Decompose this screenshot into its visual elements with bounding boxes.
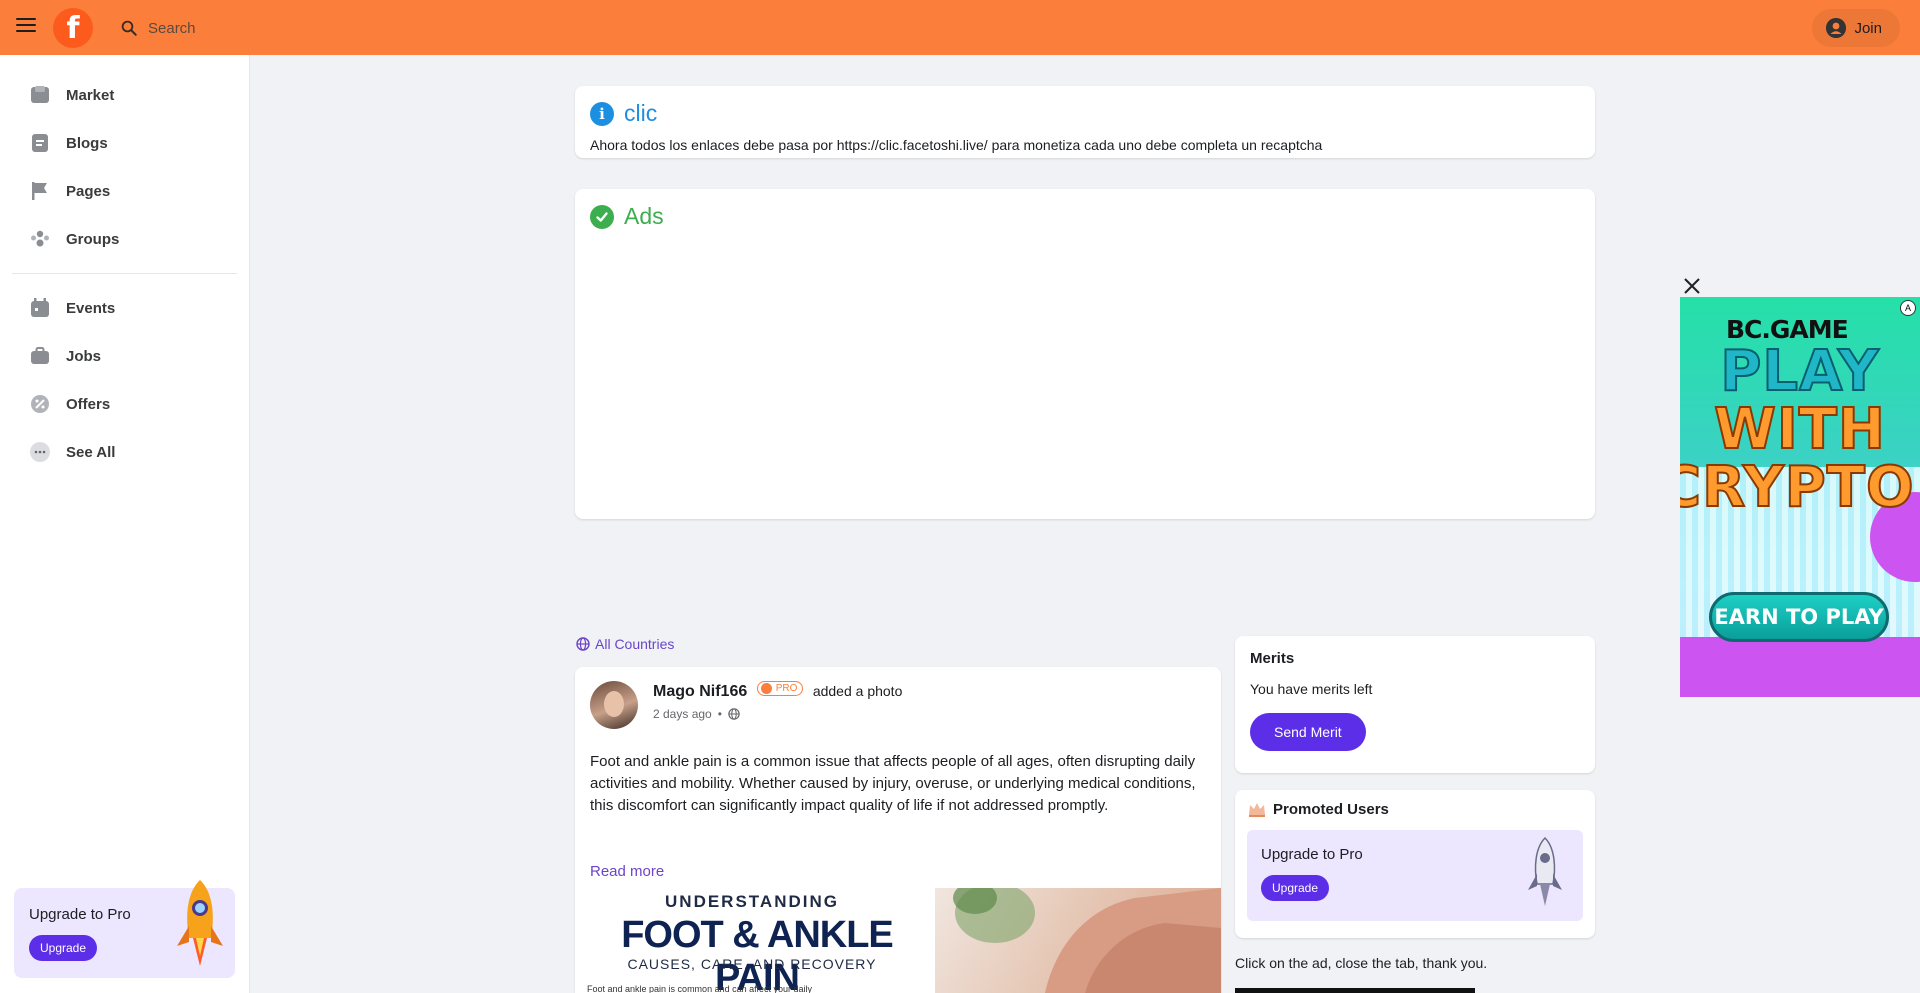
sidebar-item-label: Blogs bbox=[66, 134, 108, 152]
search-input[interactable] bbox=[148, 19, 398, 37]
sidebar-item-label: Jobs bbox=[66, 347, 102, 365]
merits-title: Merits bbox=[1250, 650, 1295, 667]
sidebar-item-jobs[interactable]: Jobs bbox=[0, 332, 249, 380]
country-filter[interactable]: All Countries bbox=[576, 636, 674, 652]
promoted-users-title: Promoted Users bbox=[1273, 800, 1389, 818]
bottom-widget-edge bbox=[1235, 988, 1475, 993]
pro-badge: PRO bbox=[756, 681, 804, 696]
calendar-icon bbox=[29, 297, 51, 319]
avatar[interactable] bbox=[590, 681, 638, 729]
post-image-line1: UNDERSTANDING bbox=[665, 892, 839, 911]
sidebar-item-market[interactable]: Market bbox=[0, 71, 249, 119]
post-header: Mago Nif166 PRO added a photo 2 days ago… bbox=[590, 681, 1206, 729]
announcement-title-text: Ads bbox=[624, 203, 664, 229]
join-button[interactable]: Join bbox=[1812, 9, 1900, 47]
sidebar-item-label: Offers bbox=[66, 395, 111, 413]
post-image-title: FOOT & ANKLE PAIN bbox=[621, 914, 894, 993]
announcement-title: Ads bbox=[590, 203, 1580, 230]
ad-cta-button[interactable]: EARN TO PLAY bbox=[1709, 592, 1889, 642]
search-icon bbox=[121, 20, 137, 36]
rocket-icon bbox=[1528, 836, 1562, 906]
sidebar-item-label: Events bbox=[66, 299, 116, 317]
post-image-photo bbox=[935, 888, 1221, 993]
pro-badge-label: PRO bbox=[775, 683, 798, 694]
sidebar-divider bbox=[12, 273, 237, 274]
announcement-title-text: clic bbox=[624, 100, 658, 126]
read-more-link[interactable]: Read more bbox=[590, 863, 1206, 880]
promoted-users-header: Promoted Users bbox=[1247, 800, 1583, 818]
post-image-line2: CAUSES, CARE, AND RECOVERY bbox=[627, 956, 877, 972]
sidebar-item-label: Pages bbox=[66, 182, 111, 200]
sidebar-item-pages[interactable]: Pages bbox=[0, 167, 249, 215]
ad-instruction-note: Click on the ad, close the tab, thank yo… bbox=[1235, 955, 1488, 971]
site-logo[interactable]: f bbox=[53, 8, 93, 48]
country-filter-label: All Countries bbox=[595, 636, 675, 652]
send-merit-button[interactable]: Send Merit bbox=[1250, 713, 1366, 751]
ad-headline-3: CRYPTO bbox=[1680, 454, 1915, 521]
check-icon bbox=[590, 204, 614, 229]
sidebar-item-label: Market bbox=[66, 86, 115, 104]
merits-card: Merits You have merits left Send Merit bbox=[1235, 636, 1595, 773]
merits-text: You have merits left bbox=[1250, 681, 1373, 697]
ad-headline-2: WITH bbox=[1713, 396, 1886, 463]
sidebar-item-label: See All bbox=[66, 443, 116, 461]
groups-icon bbox=[29, 228, 51, 250]
promoted-upgrade-box: Upgrade to Pro Upgrade bbox=[1247, 830, 1583, 921]
globe-icon bbox=[728, 708, 740, 720]
menu-icon[interactable] bbox=[16, 18, 36, 36]
announcement-card-ads: Ads bbox=[575, 189, 1595, 519]
post-author[interactable]: Mago Nif166 bbox=[653, 683, 747, 700]
sidebar-item-offers[interactable]: Offers bbox=[0, 380, 249, 428]
announcement-card-clic: i clic Ahora todos los enlaces debe pasa… bbox=[575, 86, 1595, 158]
advertisement-banner[interactable]: BC.GAME PLAY WITH CRYPTO EARN TO PLAY bbox=[1680, 297, 1920, 697]
search-box[interactable] bbox=[120, 12, 420, 44]
info-icon: i bbox=[590, 101, 614, 126]
sidebar-item-label: Groups bbox=[66, 230, 120, 248]
upgrade-pro-card: Upgrade to Pro Upgrade bbox=[14, 880, 235, 978]
promoted-users-card: Promoted Users Upgrade to Pro Upgrade bbox=[1235, 790, 1595, 938]
more-icon bbox=[29, 441, 51, 463]
announcement-text: Ahora todos los enlaces debe pasa por ht… bbox=[590, 137, 1323, 153]
post-body: Foot and ankle pain is a common issue th… bbox=[590, 753, 1196, 814]
ad-headline-1: PLAY bbox=[1719, 338, 1880, 405]
flag-icon bbox=[29, 180, 51, 202]
market-icon bbox=[29, 84, 51, 106]
upgrade-button[interactable]: Upgrade bbox=[29, 935, 98, 961]
offer-icon bbox=[29, 393, 51, 415]
sidebar-item-blogs[interactable]: Blogs bbox=[0, 119, 249, 167]
top-bar: f Join bbox=[0, 0, 1920, 55]
sidebar-item-events[interactable]: Events bbox=[0, 284, 249, 332]
sidebar: Market Blogs Pages Groups Events Jobs Of… bbox=[0, 55, 250, 993]
join-label: Join bbox=[1854, 19, 1882, 37]
meta-separator: • bbox=[717, 707, 722, 721]
post-image-graphic: UNDERSTANDING FOOT & ANKLE PAIN CAUSES, … bbox=[575, 888, 935, 993]
crown-icon bbox=[1249, 803, 1265, 817]
post-time[interactable]: 2 days ago bbox=[653, 707, 712, 721]
promoted-upgrade-button[interactable]: Upgrade bbox=[1261, 875, 1330, 901]
rocket-icon bbox=[177, 880, 223, 966]
pro-badge-icon bbox=[760, 683, 772, 694]
sidebar-item-groups[interactable]: Groups bbox=[0, 215, 249, 263]
blogs-icon bbox=[29, 132, 51, 154]
post-meta: 2 days ago • bbox=[653, 707, 902, 721]
ad-footer-band bbox=[1680, 637, 1920, 697]
post-image[interactable]: UNDERSTANDING FOOT & ANKLE PAIN CAUSES, … bbox=[575, 888, 1221, 993]
briefcase-icon bbox=[29, 345, 51, 367]
sidebar-item-see-all[interactable]: See All bbox=[0, 428, 249, 476]
post-image-caption: Foot and ankle pain is common and can af… bbox=[587, 984, 812, 993]
post-action: added a photo bbox=[812, 683, 903, 699]
ad-choices-icon[interactable]: A bbox=[1900, 300, 1916, 316]
user-icon bbox=[1826, 18, 1847, 38]
globe-icon bbox=[576, 637, 590, 651]
announcement-title: i clic bbox=[590, 100, 1580, 127]
close-icon[interactable] bbox=[1681, 275, 1703, 297]
